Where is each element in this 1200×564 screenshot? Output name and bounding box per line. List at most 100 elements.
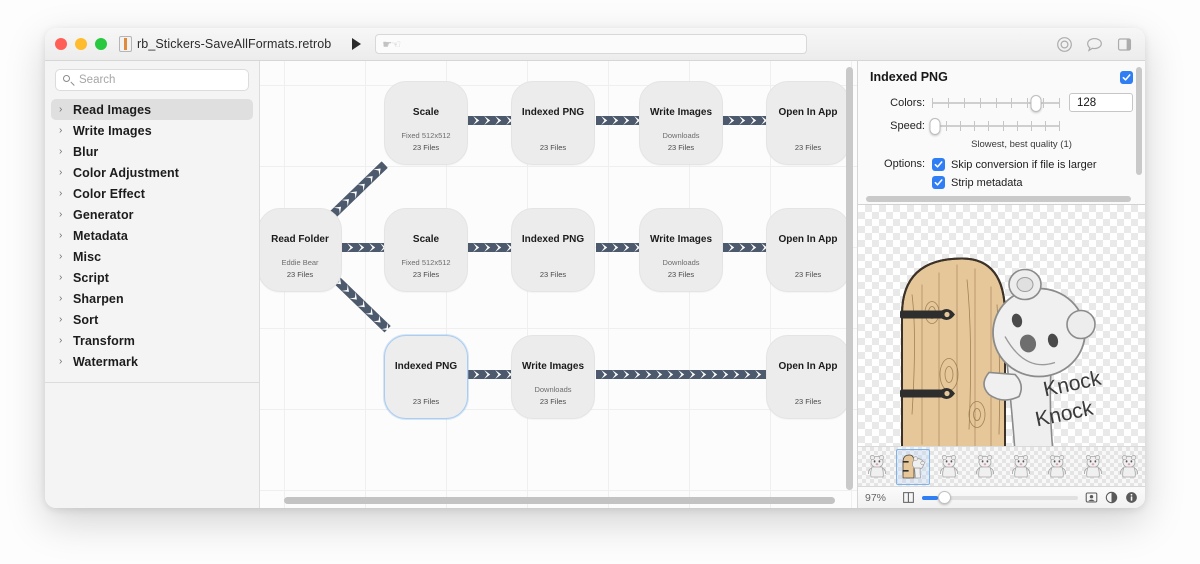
thumbnail-bear-sitting[interactable] — [1004, 449, 1038, 485]
node-title: Indexed PNG — [521, 234, 585, 245]
panel-toggle-icon[interactable] — [1116, 36, 1133, 53]
workflow-node-scale_1[interactable]: Scale Fixed 512x512 23 Files — [384, 81, 468, 165]
sidebar-item-transform[interactable]: › Transform — [51, 330, 253, 351]
option-strip-metadata[interactable]: Strip metadata — [932, 176, 1097, 189]
canvas-horizontal-scrollbar[interactable] — [284, 497, 835, 504]
option-skip-conversion[interactable]: Skip conversion if file is larger — [932, 158, 1097, 171]
colors-slider-knob[interactable] — [1030, 94, 1042, 112]
search-box[interactable] — [55, 69, 249, 91]
thumbnail-bear-good-night[interactable] — [968, 449, 1002, 485]
node-file-count: 23 Files — [794, 143, 822, 153]
workflow-node-ipng_3[interactable]: Indexed PNG 23 Files — [384, 335, 468, 419]
inspector-panel: Indexed PNG Colors: 128 Speed: Slowest, … — [857, 61, 1145, 508]
workflow-node-scale_2[interactable]: Scale Fixed 512x512 23 Files — [384, 208, 468, 292]
sidebar-item-label: Write Images — [73, 123, 152, 138]
workflow-node-read[interactable]: Read Folder Eddie Bear 23 Files — [260, 208, 342, 292]
close-button[interactable] — [55, 38, 67, 50]
sidebar-item-script[interactable]: › Script — [51, 267, 253, 288]
canvas-vertical-scrollbar[interactable] — [846, 67, 853, 490]
zoom-slider-knob[interactable] — [938, 490, 951, 504]
workflow-node-ipng_1[interactable]: Indexed PNG 23 Files — [511, 81, 595, 165]
window-title: rb_Stickers-SaveAllFormats.retrob — [137, 37, 332, 51]
sidebar-item-metadata[interactable]: › Metadata — [51, 225, 253, 246]
node-subtitle: Fixed 512x512 — [401, 131, 451, 140]
sidebar-item-generator[interactable]: › Generator — [51, 204, 253, 225]
thumbnail-bear-behind-door[interactable] — [896, 448, 930, 485]
sidebar-item-watermark[interactable]: › Watermark — [51, 351, 253, 372]
chevron-right-icon: › — [59, 271, 63, 283]
search-input[interactable] — [79, 74, 241, 86]
contrast-icon[interactable] — [1105, 491, 1118, 504]
maximize-button[interactable] — [95, 38, 107, 50]
node-file-count: 23 Files — [667, 270, 695, 280]
speed-slider-ticks — [932, 121, 1060, 131]
sidebar-item-label: Color Adjustment — [73, 165, 179, 180]
colors-value-field[interactable]: 128 — [1069, 93, 1133, 112]
sidebar-item-write-images[interactable]: › Write Images — [51, 120, 253, 141]
page-fit-icon[interactable] — [902, 491, 915, 504]
info-icon[interactable] — [1125, 491, 1138, 504]
speed-slider[interactable] — [929, 118, 1060, 135]
chevron-right-icon: › — [59, 313, 63, 325]
app-window: rb_Stickers-SaveAllFormats.retrob ☛☜ Sea… — [45, 28, 1145, 508]
node-title: Open In App — [778, 234, 838, 245]
zoom-slider[interactable] — [922, 490, 1078, 504]
run-workflow-button[interactable] — [347, 35, 365, 53]
thumbnail-strip[interactable] — [858, 446, 1145, 486]
inspector-vertical-scrollbar[interactable] — [1136, 67, 1142, 175]
node-file-count: 23 Files — [412, 143, 440, 153]
node-title: Write Images — [521, 361, 585, 372]
sidebar-item-blur[interactable]: › Blur — [51, 141, 253, 162]
camera-icon[interactable] — [1056, 36, 1073, 53]
workflow-node-ipng_2[interactable]: Indexed PNG 23 Files — [511, 208, 595, 292]
ghost-icon: ☛☜ — [382, 38, 401, 51]
sidebar-item-color-adjustment[interactable]: › Color Adjustment — [51, 162, 253, 183]
preview-toolbar: 97% — [858, 486, 1145, 508]
minimize-button[interactable] — [75, 38, 87, 50]
colors-slider[interactable] — [932, 94, 1060, 112]
thumbnail-bear-waving[interactable] — [860, 449, 894, 485]
image-preview[interactable]: Knock Knock 97% — [858, 204, 1145, 508]
sidebar-item-label: Color Effect — [73, 186, 146, 201]
node-title: Indexed PNG — [521, 107, 585, 118]
sidebar-item-misc[interactable]: › Misc — [51, 246, 253, 267]
teddy-bear-behind-door-artwork: Knock Knock — [899, 256, 1103, 453]
node-title: Indexed PNG — [394, 361, 458, 372]
strip-metadata-checkbox[interactable] — [932, 176, 945, 189]
sidebar-item-read-images[interactable]: › Read Images — [51, 99, 253, 120]
sidebar-item-sort[interactable]: › Sort — [51, 309, 253, 330]
sidebar-item-color-effect[interactable]: › Color Effect — [51, 183, 253, 204]
comment-bubble-icon[interactable] — [1086, 36, 1103, 53]
skip-conversion-checkbox[interactable] — [932, 158, 945, 171]
workflow-node-write_1[interactable]: Write Images Downloads 23 Files — [639, 81, 723, 165]
toolbar-search-field[interactable]: ☛☜ — [375, 34, 808, 54]
thumbnail-bear-ok[interactable] — [1076, 449, 1110, 485]
inspector-horizontal-scrollbar[interactable] — [866, 196, 1131, 202]
speed-slider-knob[interactable] — [929, 118, 941, 135]
workflow-canvas[interactable]: Scale Fixed 512x512 23 Files Indexed PNG 23… — [260, 61, 857, 508]
enable-node-checkbox[interactable] — [1120, 70, 1133, 84]
chevron-right-icon: › — [59, 355, 63, 367]
thumbnail-bear-hearts[interactable] — [1112, 449, 1145, 485]
background-icon[interactable] — [1085, 491, 1098, 504]
thumb-art — [976, 454, 994, 477]
workflow-node-write_2[interactable]: Write Images Downloads 23 Files — [639, 208, 723, 292]
workflow-node-write_3[interactable]: Write Images Downloads 23 Files — [511, 335, 595, 419]
chevron-right-icon: › — [59, 103, 63, 115]
workflow-node-open_2[interactable]: Open In App 23 Files — [766, 208, 850, 292]
node-title: Write Images — [649, 234, 713, 245]
node-title: Scale — [412, 234, 440, 245]
inspector-header: Indexed PNG — [870, 70, 1133, 84]
workflow-node-open_3[interactable]: Open In App 23 Files — [766, 335, 850, 419]
workflow-node-open_1[interactable]: Open In App 23 Files — [766, 81, 850, 165]
node-subtitle: Downloads — [662, 131, 700, 140]
sidebar-search-wrap — [45, 69, 259, 99]
window-body: › Read Images › Write Images › Blur › Co… — [45, 61, 1145, 508]
sidebar-item-sharpen[interactable]: › Sharpen — [51, 288, 253, 309]
connection-arrow — [468, 115, 512, 125]
thumbnail-bear-shy[interactable] — [1040, 449, 1074, 485]
thumb-art — [1120, 454, 1138, 477]
zoom-slider-fill — [922, 495, 938, 500]
thumbnail-bear-standing[interactable] — [932, 449, 966, 485]
speed-row: Speed: — [870, 118, 1133, 135]
